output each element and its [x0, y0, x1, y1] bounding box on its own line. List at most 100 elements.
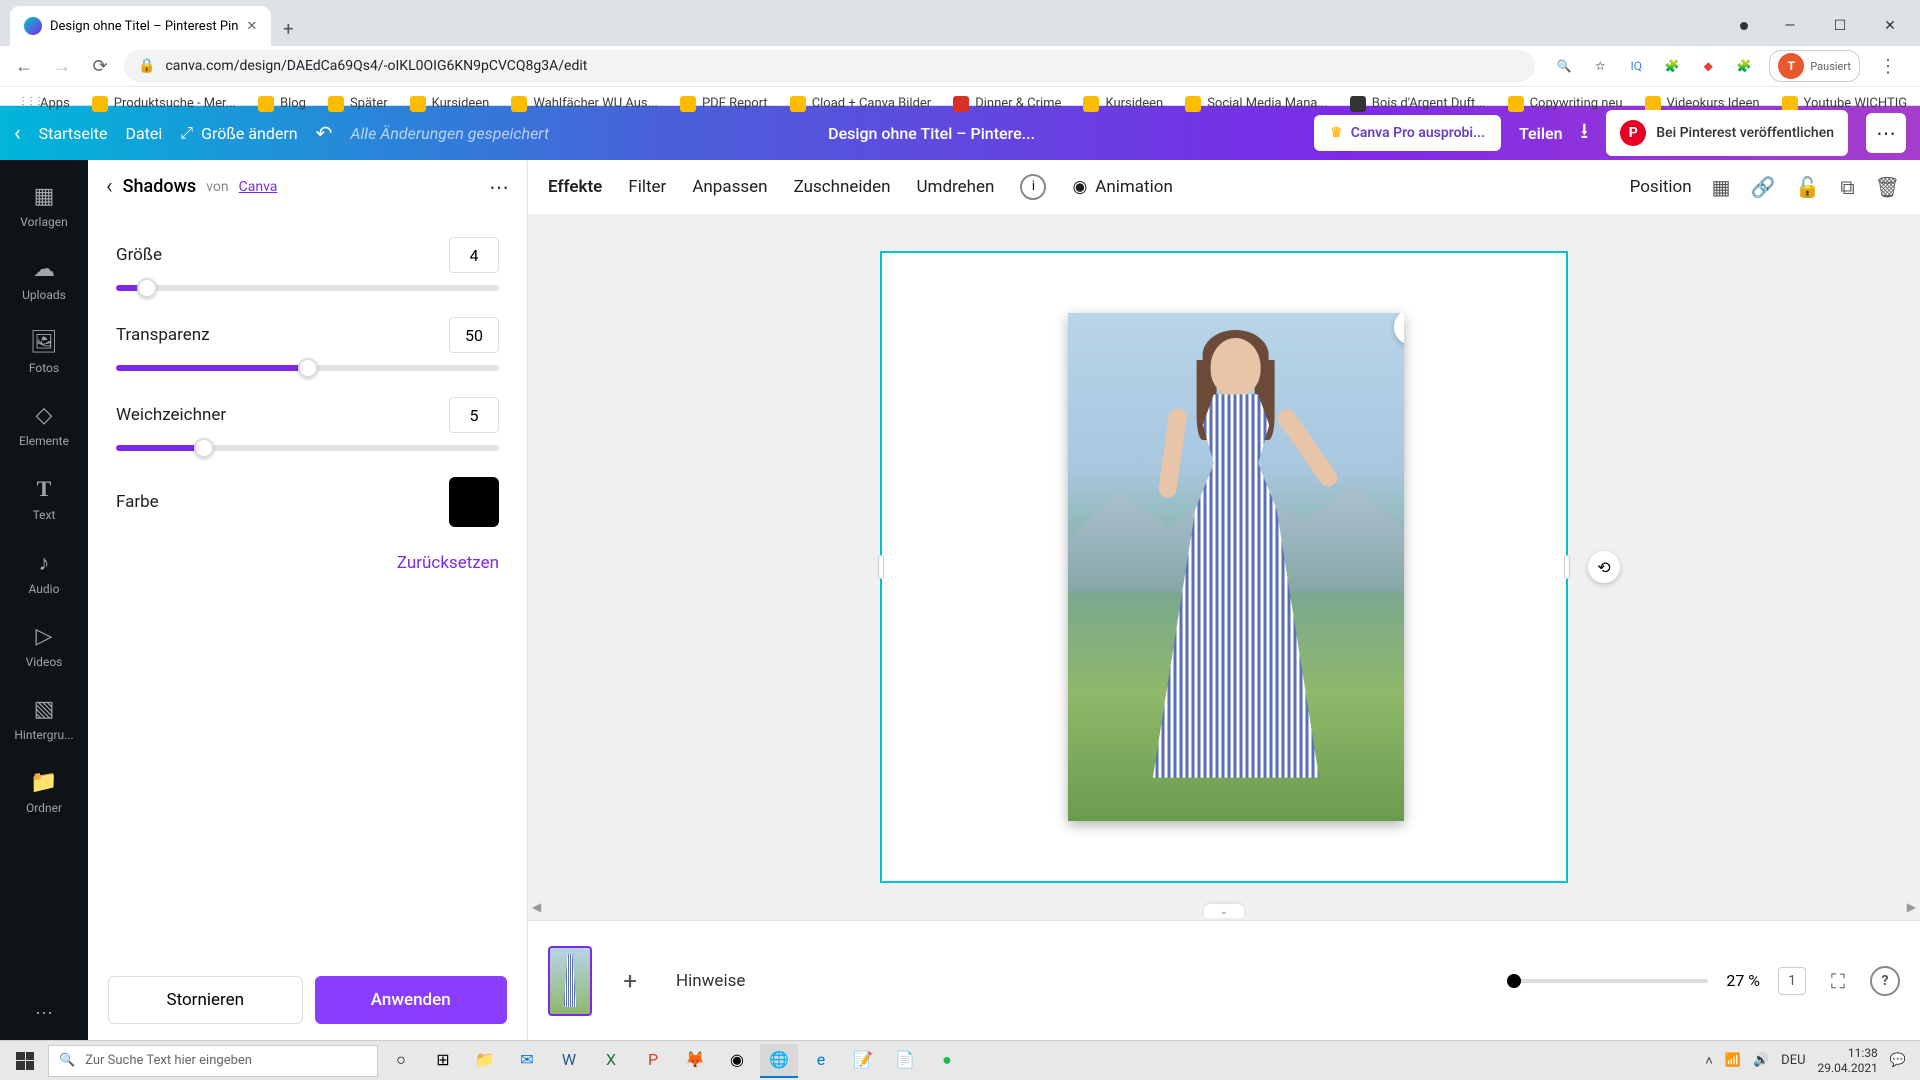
clock[interactable]: 11:38 29.04.2021 — [1818, 1046, 1878, 1075]
lock-button-icon[interactable]: 🔓 — [1795, 175, 1820, 199]
bookmark-9[interactable]: Kursideen — [1075, 92, 1171, 116]
filter-tab[interactable]: Filter — [628, 177, 666, 197]
firefox-icon[interactable]: 🦊 — [676, 1044, 714, 1078]
page-collapse-icon[interactable]: ⌄ — [1204, 904, 1244, 918]
panel-back-button[interactable]: ‹ — [106, 174, 113, 199]
mail-icon[interactable]: ✉ — [508, 1044, 546, 1078]
transparency-value[interactable]: 50 — [449, 317, 499, 353]
task-view-icon[interactable]: ⊞ — [424, 1044, 462, 1078]
crop-tab[interactable]: Zuschneiden — [794, 177, 891, 197]
help-button[interactable]: ? — [1870, 966, 1900, 996]
obs-icon[interactable]: ◉ — [718, 1044, 756, 1078]
bookmark-10[interactable]: Social Media Mana... — [1177, 92, 1336, 116]
zoom-slider[interactable] — [1508, 979, 1708, 983]
extension-2-icon[interactable]: 🧩 — [1661, 55, 1683, 77]
back-home-icon[interactable]: ‹ — [14, 121, 21, 146]
effects-tab[interactable]: Effekte — [548, 177, 602, 197]
reset-button[interactable]: Zurücksetzen — [116, 553, 499, 573]
delete-icon[interactable]: 🗑 — [1875, 175, 1900, 199]
bookmark-2[interactable]: Blog — [250, 92, 314, 116]
nav-more-button[interactable]: ⋯ — [35, 987, 53, 1040]
page-grid-button[interactable]: 1 — [1778, 967, 1806, 995]
color-swatch[interactable] — [449, 477, 499, 527]
blur-value[interactable]: 5 — [449, 397, 499, 433]
apps-button[interactable]: Apps — [10, 92, 78, 116]
chrome-icon[interactable]: 🌐 — [760, 1044, 798, 1078]
powerpoint-icon[interactable]: P — [634, 1044, 672, 1078]
add-page-button[interactable]: + — [608, 959, 652, 1003]
nav-templates[interactable]: ▦Vorlagen — [0, 172, 88, 241]
zoom-percent[interactable]: 27 % — [1726, 971, 1760, 990]
menu-icon[interactable]: ⋮ — [1874, 52, 1902, 80]
notepad-icon[interactable]: 📝 — [844, 1044, 882, 1078]
cortana-icon[interactable]: ○ — [382, 1044, 420, 1078]
blur-slider[interactable] — [116, 445, 499, 451]
cancel-button[interactable]: Stornieren — [108, 976, 303, 1024]
close-tab-icon[interactable]: ✕ — [246, 19, 257, 34]
bookmark-8[interactable]: Dinner & Crime — [945, 92, 1069, 116]
profile-pause-pill[interactable]: T Pausiert — [1769, 50, 1860, 82]
bookmark-6[interactable]: PDF Report — [672, 92, 776, 116]
fullscreen-button[interactable]: ⛶ — [1824, 967, 1852, 995]
zoom-icon[interactable]: 🔍 — [1553, 55, 1575, 77]
undo-button[interactable]: ↶ — [316, 121, 333, 145]
nav-uploads[interactable]: ☁Uploads — [0, 245, 88, 314]
panel-more-button[interactable]: ⋯ — [489, 175, 509, 199]
nav-text[interactable]: TText — [0, 464, 88, 534]
back-button[interactable]: ← — [10, 52, 38, 80]
home-link[interactable]: Startseite — [39, 124, 108, 143]
nav-folders[interactable]: 📁Ordner — [0, 758, 88, 827]
extension-4-icon[interactable]: 🧩 — [1733, 55, 1755, 77]
taskbar-search[interactable]: 🔍 Zur Suche Text hier eingeben — [48, 1045, 378, 1077]
adjust-tab[interactable]: Anpassen — [692, 177, 767, 197]
browser-tab[interactable]: Design ohne Titel – Pinterest Pin ✕ — [10, 6, 271, 46]
reload-button[interactable]: ⟳ — [86, 52, 114, 80]
size-slider[interactable] — [116, 285, 499, 291]
info-icon[interactable]: i — [1020, 174, 1046, 200]
start-button[interactable] — [6, 1045, 44, 1077]
document-title[interactable]: Design ohne Titel – Pintere... — [828, 124, 1035, 143]
scroll-right-icon[interactable]: ▶ — [1907, 900, 1916, 914]
publish-pinterest-button[interactable]: P Bei Pinterest veröffentlichen — [1606, 110, 1848, 156]
wifi-icon[interactable]: 📶 — [1725, 1053, 1741, 1068]
bookmark-4[interactable]: Kursideen — [402, 92, 498, 116]
position-button[interactable]: Position — [1630, 177, 1692, 197]
bookmark-1[interactable]: Produktsuche - Mer... — [84, 92, 244, 116]
share-button[interactable]: Teilen — [1519, 124, 1563, 143]
scroll-left-icon[interactable]: ◀ — [532, 900, 541, 914]
panel-author-link[interactable]: Canva — [239, 179, 278, 195]
flip-tab[interactable]: Umdrehen — [917, 177, 995, 197]
nav-audio[interactable]: ♪Audio — [0, 538, 88, 608]
new-tab-button[interactable]: + — [271, 12, 305, 46]
refresh-handle-icon[interactable]: ⟳ — [1394, 313, 1404, 345]
download-button[interactable]: ⭳ — [1581, 114, 1589, 152]
notes-button[interactable]: Hinweise — [676, 971, 745, 991]
rotate-handle-icon[interactable]: ⟲ — [1588, 551, 1620, 583]
bookmark-7[interactable]: Cload + Canva Bilder — [782, 92, 940, 116]
close-window-button[interactable]: ✕ — [1866, 9, 1914, 43]
edge-icon[interactable]: e — [802, 1044, 840, 1078]
resize-handle-right[interactable] — [1564, 555, 1570, 579]
canvas-viewport[interactable]: ◀ ▶ ⟳ ⟲ ⌄ — [528, 214, 1920, 920]
file-menu[interactable]: Datei — [125, 124, 162, 143]
bookmark-11[interactable]: Bois d'Argent Duft... — [1342, 92, 1494, 116]
nav-videos[interactable]: ▷Videos — [0, 612, 88, 681]
excel-icon[interactable]: X — [592, 1044, 630, 1078]
explorer-icon[interactable]: 📁 — [466, 1044, 504, 1078]
nav-background[interactable]: ▧Hintergru... — [0, 685, 88, 754]
resize-menu[interactable]: ⤢Größe ändern — [180, 123, 297, 143]
resize-handle-left[interactable] — [878, 555, 884, 579]
extension-1-icon[interactable]: IQ — [1625, 55, 1647, 77]
star-icon[interactable]: ☆ — [1589, 55, 1611, 77]
spotify-icon[interactable]: ● — [928, 1044, 966, 1078]
page-thumbnail-1[interactable] — [548, 946, 592, 1016]
size-value[interactable]: 4 — [449, 237, 499, 273]
duplicate-icon[interactable]: ⧉ — [1840, 175, 1854, 199]
language-indicator[interactable]: DEU — [1781, 1053, 1805, 1068]
animation-tab[interactable]: ◉Animation — [1072, 177, 1172, 197]
photo-element[interactable]: ⟳ — [1068, 313, 1404, 821]
volume-icon[interactable]: 🔊 — [1753, 1053, 1769, 1068]
transparency-slider[interactable] — [116, 365, 499, 371]
tray-expand-icon[interactable]: ˄ — [1705, 1053, 1713, 1069]
account-dot-icon[interactable] — [1740, 22, 1748, 30]
